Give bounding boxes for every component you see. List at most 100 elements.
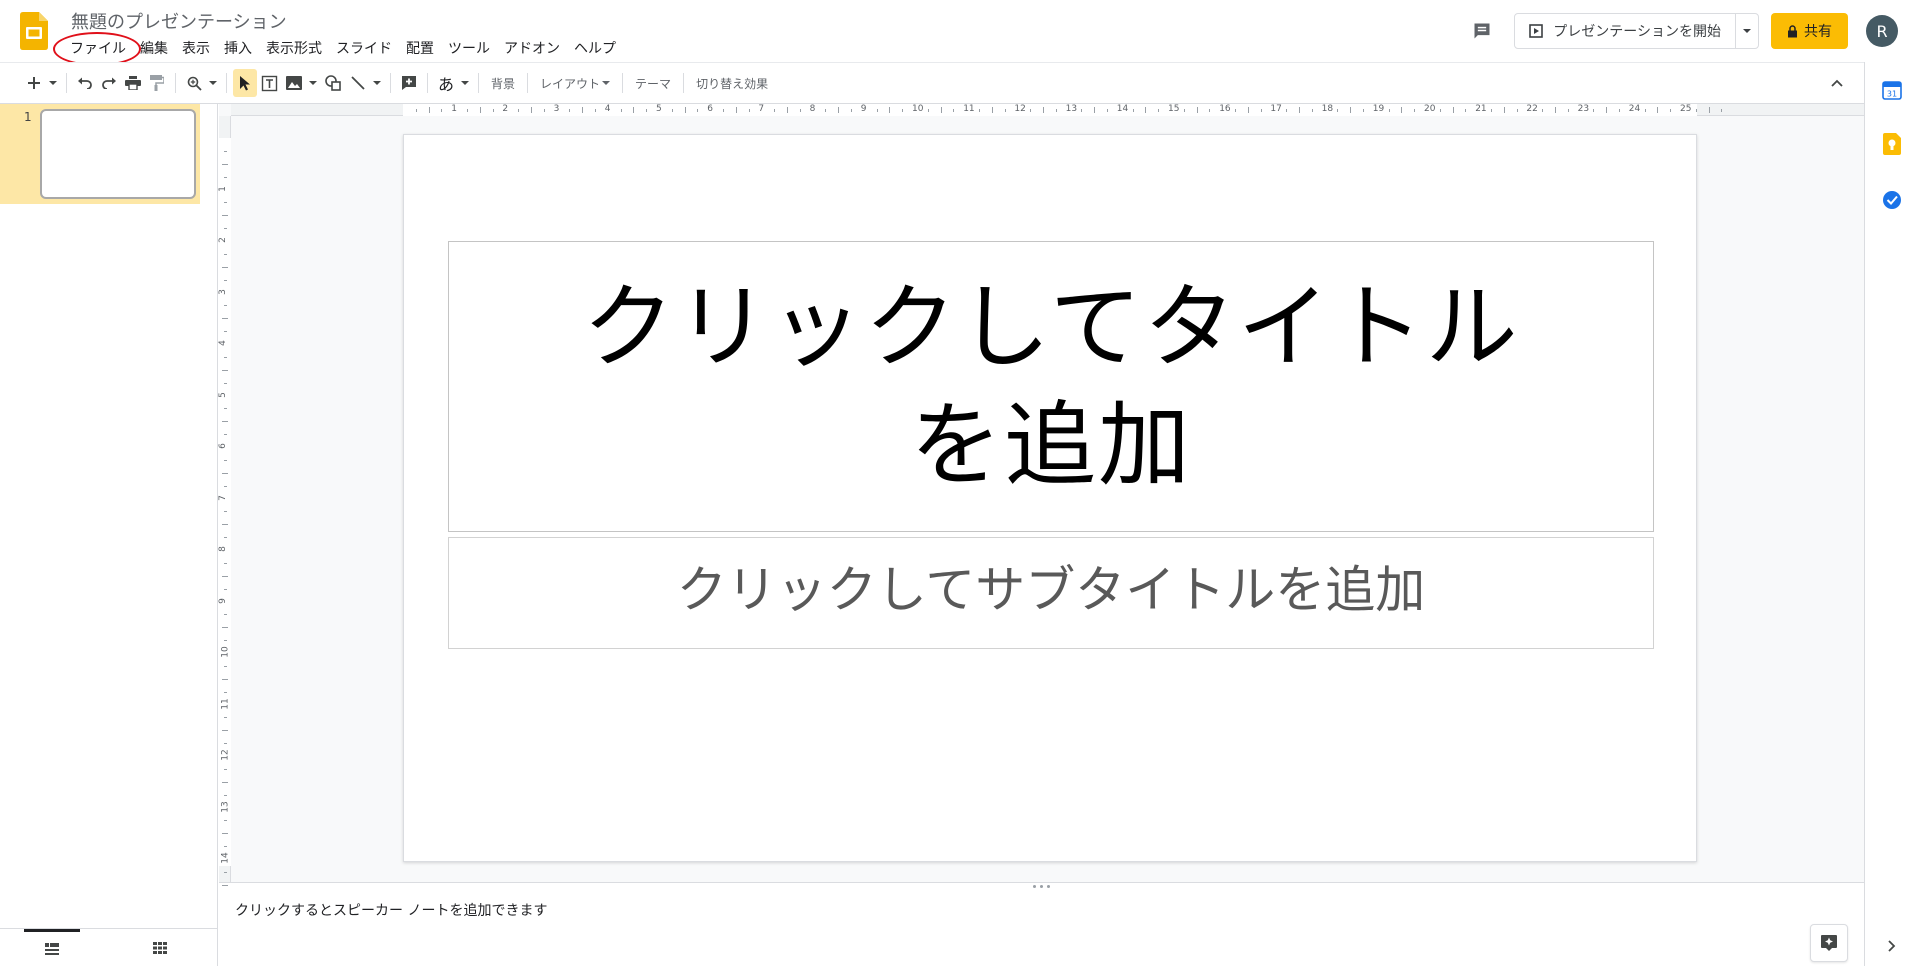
background-button[interactable]: 背景	[485, 75, 521, 92]
grid-view-button[interactable]	[132, 929, 188, 966]
new-slide-button[interactable]	[22, 69, 46, 97]
calendar-button[interactable]: 31	[1880, 78, 1904, 102]
filmstrip-view-button[interactable]	[24, 929, 80, 966]
redo-button[interactable]	[97, 69, 121, 97]
ruler-label: 12	[220, 749, 231, 761]
ruler-label: 1	[451, 104, 457, 114]
ruler-label: 10	[912, 104, 924, 114]
menu-view[interactable]: 表示	[175, 38, 217, 60]
present-button-group: プレゼンテーションを開始	[1514, 13, 1759, 49]
filmstrip-slide[interactable]: 1	[0, 104, 200, 204]
menu-format[interactable]: 表示形式	[259, 38, 329, 60]
layout-button[interactable]: レイアウト	[534, 75, 616, 92]
ruler-label: 4	[217, 340, 228, 346]
shape-icon	[325, 75, 341, 91]
tasks-button[interactable]	[1880, 188, 1904, 212]
share-button[interactable]: 共有	[1771, 13, 1848, 49]
ruler-tick	[940, 107, 942, 113]
new-comment-button[interactable]	[397, 69, 421, 97]
present-dropdown-button[interactable]	[1736, 14, 1758, 48]
ruler-tick	[633, 107, 635, 113]
image-dropdown[interactable]	[306, 69, 320, 97]
ruler-tick	[1247, 107, 1249, 113]
image-tool-button[interactable]	[282, 69, 306, 97]
tasks-icon	[1883, 191, 1901, 209]
ruler-tick	[224, 408, 227, 410]
ruler-tick	[428, 107, 430, 113]
plus-icon	[28, 77, 40, 89]
ruler-tick	[1081, 109, 1083, 112]
document-title[interactable]: 無題のプレゼンテーション	[71, 8, 287, 34]
textbox-tool-button[interactable]	[257, 69, 282, 97]
ruler-tick	[1363, 109, 1364, 112]
slide-thumbnail[interactable]	[40, 109, 196, 199]
menu-arrange[interactable]: 配置	[399, 38, 441, 60]
ruler-tick	[1337, 109, 1339, 112]
ruler-tick	[222, 163, 228, 165]
ruler-tick	[224, 562, 227, 564]
input-tools-button[interactable]: あ	[434, 69, 458, 97]
paint-format-button[interactable]	[145, 69, 169, 97]
menu-slide[interactable]: スライド	[329, 38, 399, 60]
calendar-icon: 31	[1882, 81, 1902, 100]
slides-logo-icon[interactable]	[20, 12, 48, 50]
subtitle-placeholder[interactable]: クリックしてサブタイトルを追加	[448, 537, 1654, 649]
chevron-right-icon	[1888, 940, 1896, 952]
ruler-tick	[697, 109, 699, 112]
menu-addons[interactable]: アドオン	[497, 38, 567, 60]
collapse-toolbar-button[interactable]	[1824, 70, 1850, 96]
ruler-tick	[1158, 109, 1160, 112]
ruler-tick	[902, 109, 904, 112]
present-button[interactable]: プレゼンテーションを開始	[1515, 14, 1736, 48]
explore-button[interactable]	[1810, 924, 1848, 962]
expand-side-panel-button[interactable]	[1880, 934, 1904, 958]
toolbar-divider	[226, 73, 227, 93]
zoom-dropdown[interactable]	[206, 69, 220, 97]
speaker-notes-placeholder[interactable]: クリックするとスピーカー ノートを追加できます	[235, 900, 547, 920]
menu-file[interactable]: ファイル	[53, 32, 141, 66]
menu-tools[interactable]: ツール	[441, 38, 497, 60]
ruler-tick	[851, 109, 852, 112]
account-avatar[interactable]: R	[1866, 15, 1898, 47]
zoom-button[interactable]	[182, 69, 206, 97]
toolbar: あ 背景 レイアウト テーマ 切り替え効果	[0, 62, 1918, 104]
notes-resize-handle[interactable]	[219, 882, 1864, 890]
present-icon	[1529, 24, 1544, 38]
line-dropdown[interactable]	[370, 69, 384, 97]
menu-edit[interactable]: 編集	[133, 38, 175, 60]
new-slide-dropdown[interactable]	[46, 69, 60, 97]
ruler-tick	[441, 109, 443, 112]
vertical-ruler[interactable]: 1 2 3 4 5 6 7 8 9 10 11 12 13 14	[217, 116, 231, 899]
speaker-notes-panel[interactable]: クリックするとスピーカー ノートを追加できます	[219, 890, 1864, 966]
title-placeholder-text: クリックしてタイトルを追加	[582, 273, 1520, 499]
undo-button[interactable]	[73, 69, 97, 97]
ruler-tick	[543, 109, 545, 112]
menu-insert[interactable]: 挿入	[217, 38, 259, 60]
ruler-label: 16	[1219, 104, 1231, 114]
menu-help[interactable]: ヘルプ	[567, 38, 623, 60]
filmstrip-view-switcher	[0, 928, 217, 966]
slide-canvas[interactable]: クリックしてタイトルを追加 クリックしてサブタイトルを追加	[403, 134, 1697, 862]
horizontal-ruler[interactable]: 1 2 3 4 5 6 7 8 9 10 11 12 13 14 15 16 17 18 19 20 21 22 23 24 2…	[231, 104, 1864, 116]
caret-down-icon	[209, 80, 217, 85]
keep-button[interactable]	[1880, 132, 1904, 156]
ruler-label: 9	[217, 597, 228, 604]
title-placeholder[interactable]: クリックしてタイトルを追加	[448, 241, 1654, 532]
shape-tool-button[interactable]	[320, 69, 346, 97]
print-button[interactable]	[121, 69, 145, 97]
select-tool-button[interactable]	[233, 69, 257, 97]
input-tools-dropdown[interactable]	[458, 69, 472, 97]
ruler-tick	[224, 768, 227, 770]
ruler-tick	[1030, 109, 1032, 112]
ruler-tick	[224, 665, 227, 667]
theme-button[interactable]: テーマ	[629, 75, 677, 92]
menubar: ファイル 編集 表示 挿入 表示形式 スライド 配置 ツール アドオン ヘルプ	[53, 32, 623, 66]
ruler-tick	[222, 730, 228, 732]
ruler-tick	[1619, 109, 1620, 112]
transition-button[interactable]: 切り替え効果	[690, 75, 774, 92]
ruler-tick	[799, 109, 801, 112]
comment-history-button[interactable]	[1462, 11, 1502, 51]
ruler-label: 12	[1014, 104, 1026, 114]
ruler-tick	[224, 176, 227, 178]
line-tool-button[interactable]	[346, 69, 370, 97]
